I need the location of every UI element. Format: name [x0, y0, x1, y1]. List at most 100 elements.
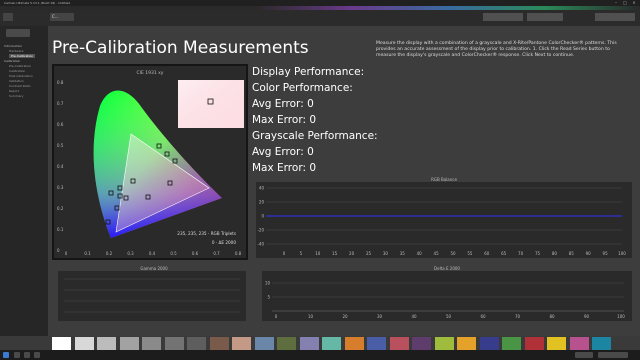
color-swatch[interactable] — [277, 337, 296, 350]
rgb-x-tick: 85 — [569, 251, 575, 256]
color-swatch[interactable] — [412, 337, 431, 350]
color-swatch[interactable] — [97, 337, 116, 350]
cie-readout-rgb: 235, 235, 235 · RGB Triplets — [177, 231, 236, 236]
color-swatch[interactable] — [187, 337, 206, 350]
color-swatch[interactable] — [52, 337, 71, 350]
delta-x-tick: 0 — [275, 314, 278, 319]
grayscale-performance-label: Grayscale Performance: — [252, 130, 378, 142]
toolbar-dropdown-3[interactable] — [595, 13, 635, 21]
taskbar-app-icon[interactable] — [14, 352, 20, 358]
cie-x-tick: 0 — [65, 251, 68, 256]
rgb-x-tick: 75 — [535, 251, 541, 256]
color-swatch[interactable] — [614, 337, 634, 350]
cie-x-tick: 0.3 — [127, 251, 134, 256]
system-tray — [575, 352, 593, 358]
gray-avg-error: Avg Error: 0 — [252, 146, 314, 158]
color-swatch[interactable] — [142, 337, 161, 350]
color-swatch[interactable] — [367, 337, 386, 350]
home-icon[interactable] — [3, 13, 13, 21]
minimize-icon[interactable]: – — [612, 1, 620, 5]
delta-x-tick: 100 — [617, 314, 625, 319]
maximize-icon[interactable]: □ — [621, 1, 629, 5]
rgb-x-tick: 60 — [484, 251, 490, 256]
color-swatch[interactable] — [74, 337, 94, 350]
delta-y-tick: 5 — [267, 295, 270, 300]
delta-x-tick: 70 — [515, 314, 521, 319]
toolbar-dropdown-2[interactable] — [527, 13, 563, 21]
sidebar-item[interactable]: Contrast Ratio — [9, 84, 30, 88]
delta-x-tick: 60 — [480, 314, 486, 319]
color-swatch[interactable] — [344, 337, 364, 350]
sidebar-item[interactable]: Calibration — [4, 59, 20, 63]
sidebar-item[interactable]: Pre-Calibration — [9, 64, 31, 68]
cie-y-tick: 0.1 — [57, 227, 64, 232]
cie-y-tick: 0.8 — [57, 80, 64, 85]
cie-readout-de: 0 · ΔE 2000 — [212, 240, 236, 245]
delta-x-tick: 10 — [308, 314, 314, 319]
rgb-y-tick: 20 — [259, 200, 265, 205]
rgb-x-tick: 0 — [283, 251, 286, 256]
color-swatch[interactable] — [389, 337, 409, 350]
color-swatch[interactable] — [322, 337, 341, 350]
rgb-x-tick: 95 — [603, 251, 609, 256]
sidebar-item[interactable]: Pre-Calibration — [9, 54, 36, 58]
close-icon[interactable]: × — [630, 1, 638, 5]
cie-y-tick: 0.6 — [57, 122, 64, 127]
gamma-chart — [58, 271, 246, 321]
cie-x-tick: 0.4 — [149, 251, 156, 256]
color-swatch[interactable] — [119, 337, 139, 350]
cie-y-tick: 0.4 — [57, 164, 64, 169]
rgb-x-tick: 45 — [434, 251, 440, 256]
cie-chromaticity-chart: CIE 1931 xy 0 0.1 0.2 0.3 0.4 0.5 0.6 0.7 0.8 0.… — [52, 64, 248, 260]
rgb-y-tick: 40 — [259, 186, 265, 191]
sidebar-item[interactable]: Report — [9, 89, 19, 93]
rgb-y-tick: -40 — [257, 242, 264, 247]
color-swatch[interactable] — [592, 337, 611, 350]
cie-x-tick: 0.6 — [192, 251, 199, 256]
taskbar-app-icon[interactable] — [34, 352, 40, 358]
color-swatch[interactable] — [434, 337, 454, 350]
color-swatch[interactable] — [299, 337, 319, 350]
rgb-x-tick: 50 — [450, 251, 456, 256]
color-swatch[interactable] — [457, 337, 476, 350]
workflow-sidebar: Introduction Hardware Pre-Calibration Calib… — [0, 26, 48, 336]
start-icon[interactable] — [3, 352, 9, 358]
toolbar: C... — [0, 10, 640, 27]
color-swatch[interactable] — [502, 337, 521, 350]
tab-session[interactable]: C... — [50, 13, 74, 21]
taskbar-app-icon[interactable] — [24, 352, 30, 358]
rgb-x-tick: 15 — [332, 251, 338, 256]
delta-x-tick: 30 — [377, 314, 383, 319]
rgb-y-tick: -20 — [257, 228, 264, 233]
sidebar-item[interactable]: Introduction — [4, 44, 22, 48]
color-swatch[interactable] — [164, 337, 184, 350]
cie-y-tick: 0.3 — [57, 185, 64, 190]
color-swatch[interactable] — [254, 337, 274, 350]
page-title: Pre-Calibration Measurements — [52, 38, 309, 58]
os-taskbar — [0, 350, 640, 360]
toolbar-dropdown-1[interactable] — [483, 13, 523, 21]
rgb-x-tick: 70 — [518, 251, 524, 256]
rgb-x-tick: 5 — [300, 251, 303, 256]
sidebar-item[interactable]: Summary — [9, 94, 24, 98]
rgb-x-tick: 55 — [467, 251, 473, 256]
delta-x-tick: 40 — [411, 314, 417, 319]
cie-x-tick: 0.7 — [213, 251, 220, 256]
performance-stats: Display Performance: Color Performance: … — [252, 64, 378, 176]
rgb-x-tick: 80 — [552, 251, 558, 256]
color-swatch[interactable] — [569, 337, 589, 350]
color-swatch[interactable] — [524, 337, 544, 350]
rgb-x-tick: 30 — [383, 251, 389, 256]
sidebar-item[interactable]: Validation — [9, 79, 24, 83]
color-swatch-strip — [52, 337, 640, 350]
sidebar-item[interactable]: Post-Calibration — [9, 74, 33, 78]
color-swatch[interactable] — [209, 337, 229, 350]
color-swatch[interactable] — [479, 337, 499, 350]
cie-x-tick: 0.1 — [84, 251, 91, 256]
color-swatch[interactable] — [547, 337, 566, 350]
sidebar-item[interactable]: Calibration — [9, 69, 25, 73]
cie-y-tick: 0.2 — [57, 206, 64, 211]
sidebar-item[interactable]: Hardware — [9, 49, 23, 53]
rgb-x-tick: 40 — [417, 251, 423, 256]
color-swatch[interactable] — [232, 337, 251, 350]
